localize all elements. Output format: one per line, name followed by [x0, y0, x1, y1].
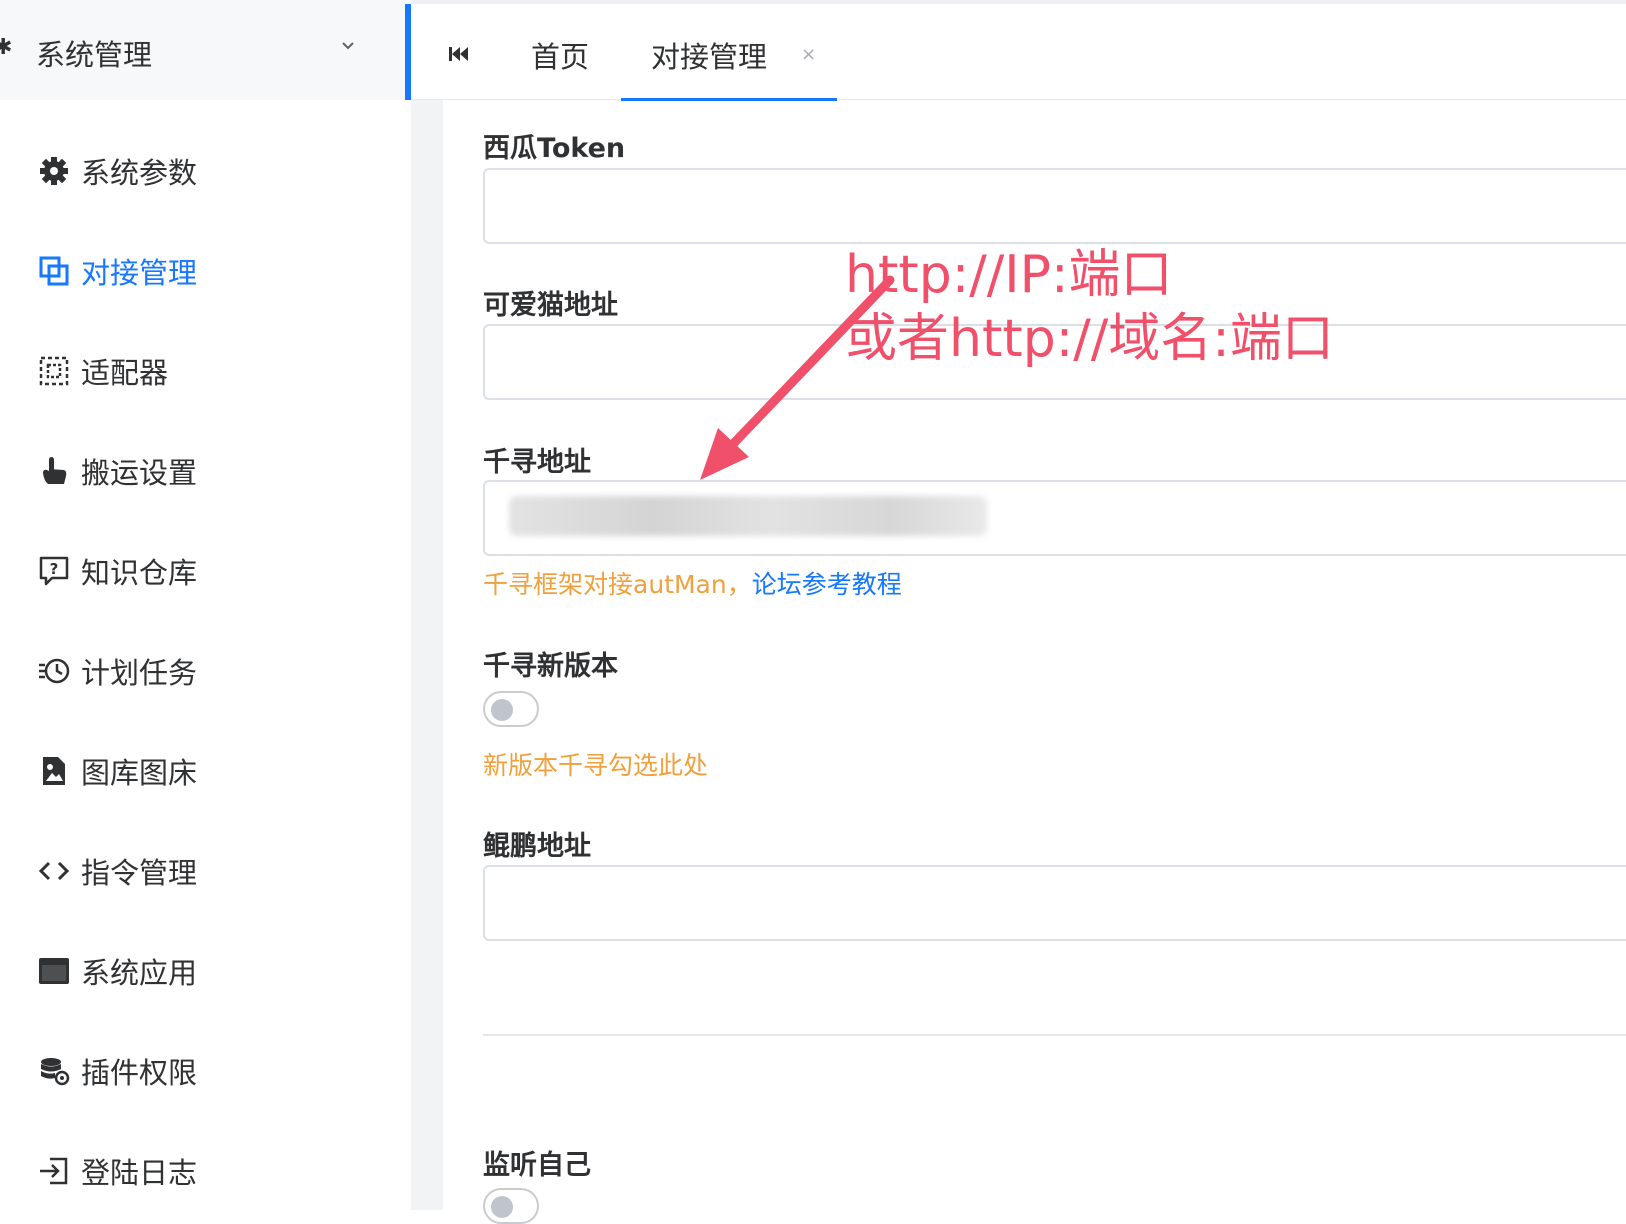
question-bubble-icon: ?	[39, 556, 69, 586]
link-squares-icon	[39, 256, 69, 286]
tab-bar: 首页 对接管理 ×	[411, 0, 1626, 101]
gear-icon	[40, 157, 68, 185]
pointer-hand-icon	[43, 457, 67, 484]
kunpeng-address-label: 鲲鹏地址	[483, 831, 591, 862]
section-divider	[483, 1034, 1626, 1036]
sidebar-item-system-params[interactable]: 系统参数	[0, 140, 405, 200]
close-icon[interactable]: ×	[801, 44, 816, 65]
forum-tutorial-link[interactable]: 论坛参考教程	[752, 570, 902, 599]
svg-text:?: ?	[50, 560, 59, 578]
listen-self-switch[interactable]	[483, 1188, 539, 1224]
sidebar-item-scheduled-tasks[interactable]: 计划任务	[0, 640, 405, 700]
tab-integration[interactable]: 对接管理	[651, 34, 767, 76]
sidebar-item-label: 登陆日志	[81, 1156, 198, 1190]
content-gutter	[411, 100, 443, 1210]
login-icon	[40, 1157, 68, 1185]
sidebar-group-label: 系统管理	[36, 38, 153, 72]
sidebar-item-label: 图库图床	[81, 756, 198, 790]
sidebar-item-label: 对接管理	[81, 256, 198, 290]
qianxun-new-version-switch[interactable]	[483, 691, 539, 727]
gear-icon: ✱	[0, 35, 13, 60]
sidebar-item-system-apps[interactable]: 系统应用	[0, 940, 405, 1000]
database-lock-icon	[41, 1058, 70, 1086]
sidebar-item-integration[interactable]: 对接管理	[0, 240, 405, 300]
sidebar-item-label: 适配器	[81, 356, 169, 390]
clock-list-icon	[39, 658, 70, 684]
chevron-down-icon	[342, 42, 354, 50]
sidebar-item-knowledge-base[interactable]: ? 知识仓库	[0, 540, 405, 600]
sidebar-item-label: 指令管理	[81, 856, 198, 890]
xigua-token-label: 西瓜Token	[483, 133, 626, 164]
sidebar: ✱ 系统管理 系统参数 对接管理 适配器 搬运设置 ? 知识仓库 计划任务 图库…	[0, 0, 405, 1210]
sidebar-item-label: 插件权限	[81, 1056, 198, 1090]
annotation-line-2: 或者http://域名:端口	[845, 309, 1334, 369]
qianxun-new-version-hint: 新版本千寻勾选此处	[483, 751, 709, 780]
qianxun-address-input[interactable]	[483, 480, 1626, 556]
qianxun-new-version-label: 千寻新版本	[483, 651, 618, 682]
qianxun-address-label: 千寻地址	[483, 447, 591, 478]
sidebar-item-label: 搬运设置	[81, 456, 198, 490]
listen-self-label: 监听自己	[483, 1150, 591, 1181]
switch-knob	[491, 699, 513, 721]
image-file-icon	[43, 757, 65, 785]
sidebar-item-plugin-permissions[interactable]: 插件权限	[0, 1040, 405, 1100]
qianxun-hint: 千寻框架对接autMan，论坛参考教程	[483, 565, 902, 601]
sidebar-group-header[interactable]: ✱ 系统管理	[0, 0, 405, 100]
sidebar-item-label: 知识仓库	[81, 556, 198, 590]
keai-mao-address-label: 可爱猫地址	[483, 290, 618, 321]
dashed-plugin-icon	[39, 356, 69, 386]
qianxun-hint-text: 千寻框架对接autMan，	[483, 570, 752, 599]
code-brackets-icon	[38, 861, 70, 881]
sidebar-item-adapter[interactable]: 适配器	[0, 340, 405, 400]
window-app-icon	[39, 958, 69, 984]
skip-back-icon[interactable]	[447, 44, 471, 64]
sidebar-item-command-management[interactable]: 指令管理	[0, 840, 405, 900]
sidebar-item-image-host[interactable]: 图库图床	[0, 740, 405, 800]
sidebar-item-label: 系统参数	[81, 156, 198, 190]
sidebar-item-label: 系统应用	[81, 956, 198, 990]
active-tab-indicator	[621, 98, 837, 101]
kunpeng-address-input[interactable]	[483, 865, 1626, 941]
switch-knob	[491, 1196, 513, 1218]
sidebar-item-label: 计划任务	[81, 656, 198, 690]
blurred-value	[509, 496, 987, 536]
sidebar-item-transfer-settings[interactable]: 搬运设置	[0, 440, 405, 500]
tab-home[interactable]: 首页	[531, 34, 589, 76]
sidebar-item-login-log[interactable]: 登陆日志	[0, 1140, 405, 1200]
